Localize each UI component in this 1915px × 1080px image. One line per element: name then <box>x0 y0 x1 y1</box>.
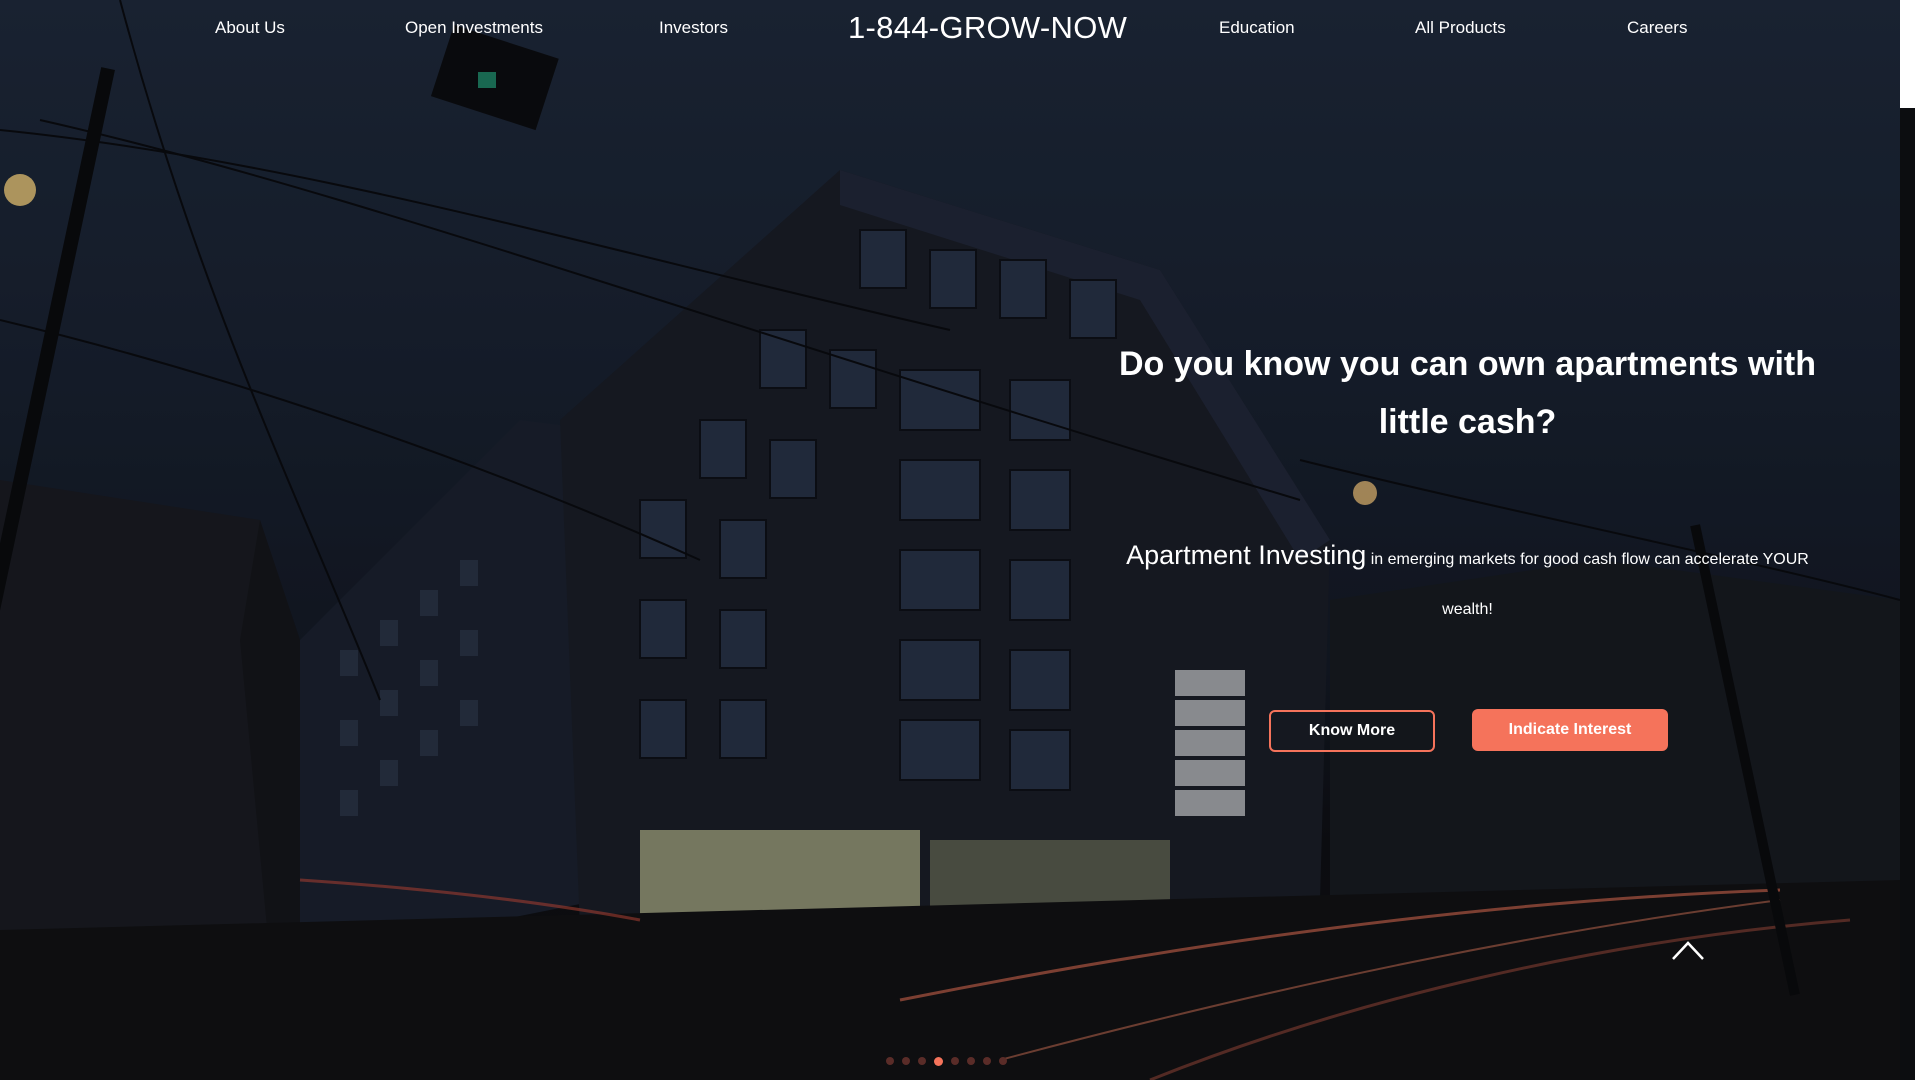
carousel-dot[interactable] <box>902 1057 910 1065</box>
nav-careers[interactable]: Careers <box>1627 18 1687 38</box>
nav-open-investments[interactable]: Open Investments <box>405 18 543 38</box>
nav-all-products[interactable]: All Products <box>1415 18 1506 38</box>
page-scrollbar-track[interactable] <box>1900 0 1915 1080</box>
carousel-dot[interactable] <box>983 1057 991 1065</box>
hero-subtext: Apartment Investing in emerging markets … <box>1100 530 1835 635</box>
chevron-up-icon <box>1672 941 1704 960</box>
carousel-dot[interactable] <box>918 1057 926 1065</box>
page-scrollbar-thumb[interactable] <box>1900 0 1915 108</box>
carousel-dot[interactable] <box>951 1057 959 1065</box>
indicate-interest-button[interactable]: Indicate Interest <box>1472 709 1668 751</box>
nav-education[interactable]: Education <box>1219 18 1295 38</box>
carousel-dot[interactable] <box>967 1057 975 1065</box>
top-navigation: About Us Open Investments Investors 1-84… <box>0 0 1900 56</box>
scroll-to-top-button[interactable] <box>1670 938 1706 962</box>
nav-about-us[interactable]: About Us <box>215 18 285 38</box>
carousel-dot[interactable] <box>934 1056 943 1066</box>
carousel-dot[interactable] <box>886 1057 894 1065</box>
hero-subtext-body: in emerging markets for good cash flow c… <box>1366 551 1809 618</box>
hero-headline: Do you know you can own apartments with … <box>1118 345 1817 441</box>
carousel-indicators <box>886 1056 1007 1066</box>
carousel-dot[interactable] <box>999 1057 1007 1065</box>
phone-number-link[interactable]: 1-844-GROW-NOW <box>848 10 1127 46</box>
nav-investors[interactable]: Investors <box>659 18 728 38</box>
hero-subtext-emphasis: Apartment Investing <box>1126 540 1367 570</box>
know-more-button[interactable]: Know More <box>1269 710 1435 752</box>
